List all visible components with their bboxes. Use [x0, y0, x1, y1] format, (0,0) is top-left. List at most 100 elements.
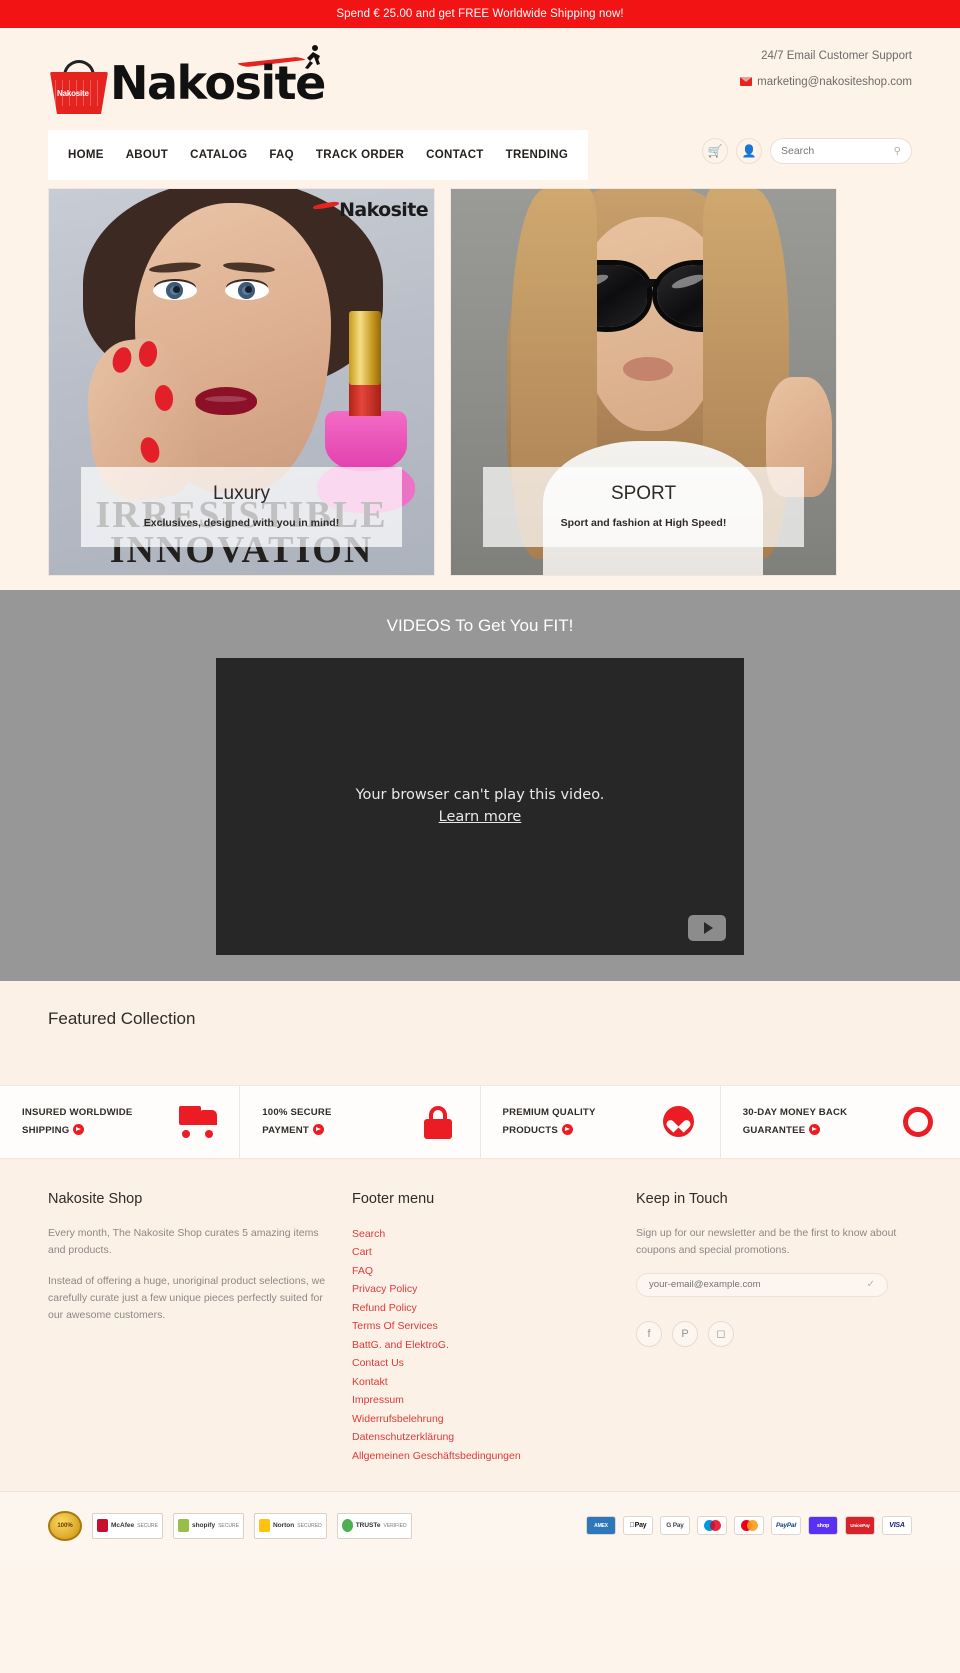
arrow-right-icon	[561, 1123, 573, 1135]
truck-icon	[177, 1104, 218, 1140]
footer-menu-column: Footer menu Search Cart FAQ Privacy Poli…	[352, 1191, 616, 1465]
arrow-right-icon	[73, 1123, 85, 1135]
play-icon	[703, 922, 713, 934]
shopify-sub: SECURE	[218, 1522, 239, 1529]
benefit-premium-quality[interactable]: PREMIUM QUALITY PRODUCTS	[481, 1086, 721, 1158]
benefit-label: INSURED WORLDWIDE SHIPPING	[22, 1105, 133, 1140]
header-actions: 🛒 👤 ⚲	[702, 138, 912, 164]
search-icon[interactable]: ⚲	[894, 146, 901, 157]
bottom-bar: 100% McAfee SECURE shopify SECURE Norton SE…	[0, 1491, 960, 1560]
site-footer: Nakosite Shop Every month, The Nakosite …	[0, 1159, 960, 1492]
lock-icon	[418, 1104, 458, 1140]
instagram-icon[interactable]: ◻	[708, 1320, 734, 1347]
video-section-title: VIDEOS To Get You FIT!	[386, 616, 574, 635]
user-icon[interactable]: 👤	[736, 138, 762, 164]
footer-link-faq[interactable]: FAQ	[352, 1262, 616, 1280]
benefit-secure-payment[interactable]: 100% SECURE PAYMENT	[240, 1086, 481, 1158]
basket-logo-icon: Nakosite	[50, 60, 108, 114]
newsletter-form[interactable]: ✓	[636, 1272, 888, 1297]
arrow-right-icon	[312, 1123, 324, 1135]
header-contact: 24/7 Email Customer Support marketing@na…	[740, 50, 912, 88]
nav-item-contact[interactable]: CONTACT	[426, 149, 483, 161]
benefits-bar: INSURED WORLDWIDE SHIPPING 100% SECURE P…	[0, 1085, 960, 1159]
truste-circle-icon	[341, 1519, 353, 1533]
payment-mastercard-icon	[734, 1516, 764, 1536]
nav-item-about[interactable]: ABOUT	[126, 149, 168, 161]
footer-link-impressum[interactable]: Impressum	[352, 1391, 616, 1409]
banner-sport-title: SPORT	[610, 483, 677, 504]
nav-item-faq[interactable]: FAQ	[269, 149, 294, 161]
footer-link-contact-us[interactable]: Contact Us	[352, 1354, 616, 1372]
banner-luxury-subtitle: Exclusives, designed with you in mind!	[143, 517, 340, 529]
nav-item-catalog[interactable]: CATALOG	[190, 149, 247, 161]
payment-apple-pay-icon: Pay	[623, 1516, 653, 1536]
mcafee-label: McAfee	[111, 1522, 135, 1530]
play-button[interactable]	[688, 915, 726, 941]
newsletter-text: Sign up for our newsletter and be the fi…	[636, 1227, 897, 1257]
cart-icon[interactable]: 🛒	[702, 138, 728, 164]
norton-secured-seal: Norton SECURED	[253, 1512, 327, 1539]
contact-email-line[interactable]: marketing@nakositeshop.com	[740, 76, 912, 88]
benefit-line-2: GUARANTEE	[742, 1124, 806, 1136]
page-root: Spend € 25.00 and get FREE Worldwide Shi…	[0, 0, 960, 1560]
main-navigation: HOME ABOUT CATALOG FAQ TRACK ORDER CONTA…	[48, 130, 589, 180]
banner-luxury[interactable]: Nakosite IRRESISTIBLE INNOVATION Luxury …	[48, 188, 435, 576]
newsletter-title: Keep in Touch	[636, 1191, 728, 1207]
footer-link-terms-of-services[interactable]: Terms Of Services	[352, 1317, 616, 1335]
nav-item-trending[interactable]: TRENDING	[506, 149, 568, 161]
search-box[interactable]: ⚲	[770, 138, 912, 164]
footer-link-privacy-policy[interactable]: Privacy Policy	[352, 1280, 616, 1298]
featured-collection-title: Featured Collection	[48, 1009, 196, 1028]
site-logo[interactable]: Nakosite Nakosite	[48, 38, 348, 120]
benefit-line-2: PAYMENT	[262, 1124, 309, 1136]
guarantee-badge-icon: 100%	[48, 1510, 82, 1541]
benefit-label: 30-DAY MONEY BACK GUARANTEE	[743, 1105, 848, 1140]
payment-unionpay-icon: UnionPay	[845, 1516, 875, 1536]
norton-check-icon	[258, 1519, 270, 1533]
benefit-insured-shipping[interactable]: INSURED WORLDWIDE SHIPPING	[0, 1086, 241, 1158]
footer-link-agb[interactable]: Allgemeinen Geschäftsbedingungen	[352, 1447, 616, 1465]
logo-wordmark: Nakosite	[110, 56, 326, 110]
video-learn-more-link[interactable]: Learn more	[439, 809, 522, 825]
banner-sport-caption: SPORT Sport and fashion at High Speed!	[483, 467, 804, 547]
pinterest-icon[interactable]: P	[672, 1320, 698, 1347]
nav-item-home[interactable]: HOME	[68, 149, 104, 161]
footer-link-cart[interactable]: Cart	[352, 1243, 616, 1261]
payment-visa-icon: VISA	[882, 1516, 912, 1536]
footer-menu-title: Footer menu	[352, 1191, 435, 1207]
money-back-guarantee-seal: 100%	[48, 1510, 82, 1541]
shopify-bag-icon	[177, 1519, 189, 1533]
video-player[interactable]: Your browser can't play this video. Lear…	[216, 658, 744, 955]
footer-link-datenschutzerklaerung[interactable]: Datenschutzerklärung	[352, 1428, 616, 1446]
benefit-line-1: 100% SECURE	[262, 1106, 332, 1118]
norton-label: Norton	[272, 1522, 295, 1530]
footer-link-widerrufsbelehrung[interactable]: Widerrufsbelehrung	[352, 1410, 616, 1428]
benefit-line-1: 30-DAY MONEY BACK	[742, 1106, 848, 1118]
social-links: f P ◻	[636, 1320, 912, 1347]
mcafee-sub: SECURE	[137, 1522, 158, 1529]
benefit-money-back[interactable]: 30-DAY MONEY BACK GUARANTEE	[721, 1086, 960, 1158]
refresh-icon	[896, 1100, 940, 1144]
contact-email: marketing@nakositeshop.com	[757, 76, 912, 88]
nav-item-track-order[interactable]: TRACK ORDER	[316, 149, 404, 161]
banner-sport-subtitle: Sport and fashion at High Speed!	[560, 517, 727, 529]
basket-logo-label: Nakosite	[57, 89, 89, 98]
video-section: VIDEOS To Get You FIT! Your browser can'…	[0, 590, 960, 981]
search-input[interactable]	[781, 145, 891, 157]
facebook-icon[interactable]: f	[636, 1320, 662, 1347]
newsletter-submit-icon[interactable]: ✓	[867, 1279, 875, 1290]
truste-sub: VERIFIED	[383, 1522, 407, 1529]
payment-shop-pay-icon: shop	[808, 1516, 838, 1536]
banner-luxury-caption: Luxury Exclusives, designed with you in …	[81, 467, 402, 547]
newsletter-email-input[interactable]	[649, 1279, 859, 1291]
footer-link-kontakt[interactable]: Kontakt	[352, 1373, 616, 1391]
arrow-right-icon	[809, 1123, 821, 1135]
benefit-line-2: PRODUCTS	[502, 1124, 558, 1136]
footer-link-refund-policy[interactable]: Refund Policy	[352, 1299, 616, 1317]
banner-sport[interactable]: SPORT Sport and fashion at High Speed!	[450, 188, 837, 576]
promo-banners: Nakosite IRRESISTIBLE INNOVATION Luxury …	[0, 180, 960, 590]
payment-methods: AMEX Pay G Pay PayPal shop UnionPay VIS…	[586, 1516, 912, 1536]
payment-maestro-icon	[697, 1516, 727, 1536]
footer-link-search[interactable]: Search	[352, 1225, 616, 1243]
footer-link-battg-elektrog[interactable]: BattG. and ElektroG.	[352, 1336, 616, 1354]
